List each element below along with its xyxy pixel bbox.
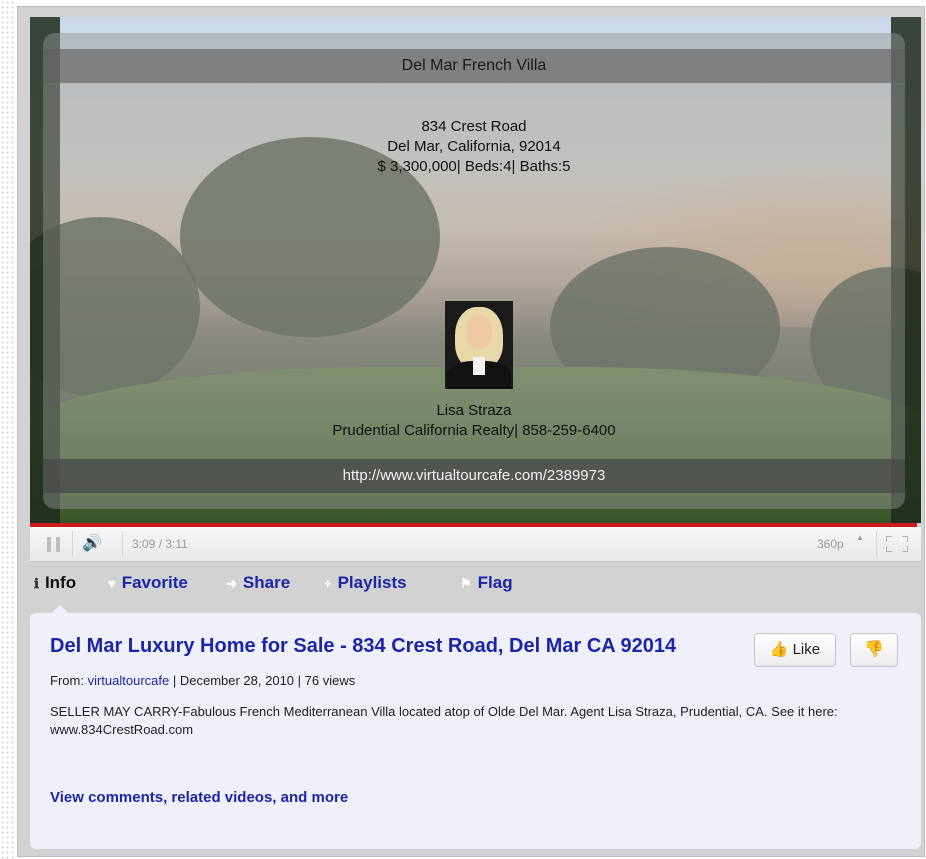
caret-up-icon: ▲ (856, 533, 864, 542)
video-title[interactable]: Del Mar Luxury Home for Sale - 834 Crest… (50, 633, 750, 659)
volume-icon[interactable]: 🔊 (74, 527, 110, 561)
listing-overlay-card: Del Mar French Villa 834 Crest Road Del … (43, 33, 905, 509)
video-frame[interactable]: Del Mar French Villa 834 Crest Road Del … (30, 17, 921, 523)
view-count: | 76 views (297, 673, 356, 688)
like-label: Like (792, 641, 821, 658)
tab-label: Share (242, 573, 291, 592)
flag-icon: ⚑ (460, 576, 472, 591)
tab-flag[interactable]: ⚑ Flag (460, 569, 513, 597)
price-line: $ 3,300,000| Beds:4| Baths:5 (377, 158, 571, 175)
video-tabs: ℹ Info ♥ Favorite ➜ Share + Playlists ⚑ Flag (30, 569, 921, 603)
active-tab-pointer (52, 605, 68, 613)
overlay-title: Del Mar French Villa (43, 49, 905, 83)
tab-label: Flag (477, 573, 513, 592)
fullscreen-icon[interactable] (886, 536, 908, 552)
dislike-button[interactable]: 👎 (850, 633, 898, 667)
tab-info[interactable]: ℹ Info (34, 569, 76, 597)
video-description: SELLER MAY CARRY-Fabulous French Mediter… (50, 704, 838, 737)
thumbs-down-icon: 👎 (864, 641, 884, 658)
tab-label: Info (44, 573, 77, 592)
plus-icon: + (324, 576, 332, 591)
arrow-right-icon: ➜ (226, 576, 237, 591)
heart-icon: ♥ (108, 576, 116, 591)
upload-date: | December 28, 2010 (172, 673, 295, 688)
thumbs-up-icon: 👍 (769, 641, 789, 658)
agent-company: Prudential California Realty| 858-259-64… (332, 422, 616, 439)
address-line-1: 834 Crest Road (421, 118, 527, 135)
page-margin-pattern (0, 0, 14, 859)
info-panel: Del Mar Luxury Home for Sale - 834 Crest… (30, 613, 921, 849)
from-label: From: (50, 673, 84, 688)
tab-share[interactable]: ➜ Share (226, 569, 290, 597)
tab-favorite[interactable]: ♥ Favorite (108, 569, 188, 597)
agent-info: Lisa Straza Prudential California Realty… (43, 401, 905, 441)
pause-icon[interactable] (36, 527, 70, 561)
tab-label: Favorite (121, 573, 188, 592)
info-icon: ℹ (34, 576, 39, 591)
video-player-container: Del Mar French Villa 834 Crest Road Del … (17, 6, 925, 857)
channel-link[interactable]: virtualtourcafe (88, 673, 170, 688)
address-line-2: Del Mar, California, 92014 (387, 138, 561, 155)
agent-name: Lisa Straza (436, 402, 512, 419)
tab-label: Playlists (337, 573, 407, 592)
video-meta: From: virtualtourcafe | December 28, 201… (50, 673, 355, 688)
overlay-tour-url: http://www.virtualtourcafe.com/2389973 (43, 459, 905, 493)
view-more-link[interactable]: View comments, related videos, and more (50, 789, 348, 806)
time-display: 3:09 / 3:11 (132, 537, 188, 551)
tab-playlists[interactable]: + Playlists (324, 569, 407, 597)
player-controls: 🔊 3:09 / 3:11 360p ▲ (30, 527, 921, 562)
agent-photo (445, 301, 513, 389)
overlay-address: 834 Crest Road Del Mar, California, 9201… (43, 117, 905, 177)
like-button[interactable]: 👍 Like (754, 633, 836, 667)
quality-selector[interactable]: 360p (817, 527, 844, 561)
